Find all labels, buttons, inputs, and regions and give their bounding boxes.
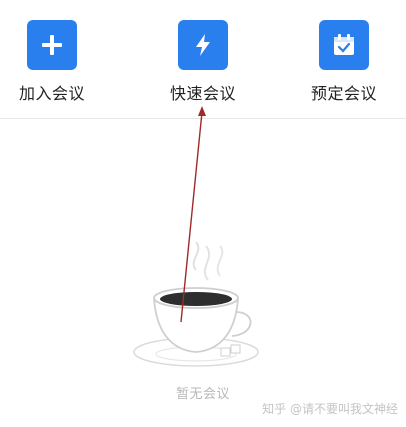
join-meeting-button[interactable]: 加入会议	[2, 20, 102, 104]
quick-actions-bar: 加入会议 快速会议 预定会议	[0, 0, 406, 118]
plus-icon	[27, 20, 77, 70]
lightning-icon	[178, 20, 228, 70]
calendar-check-icon	[319, 20, 369, 70]
quick-meeting-button[interactable]: 快速会议	[153, 20, 253, 104]
watermark: 知乎 @请不要叫我文神经	[262, 402, 398, 416]
coffee-cup-icon	[133, 241, 259, 367]
schedule-meeting-button[interactable]: 预定会议	[294, 20, 394, 104]
divider	[0, 118, 406, 119]
join-meeting-label: 加入会议	[18, 84, 85, 103]
quick-meeting-label: 快速会议	[169, 84, 236, 103]
schedule-meeting-label: 预定会议	[310, 84, 377, 103]
